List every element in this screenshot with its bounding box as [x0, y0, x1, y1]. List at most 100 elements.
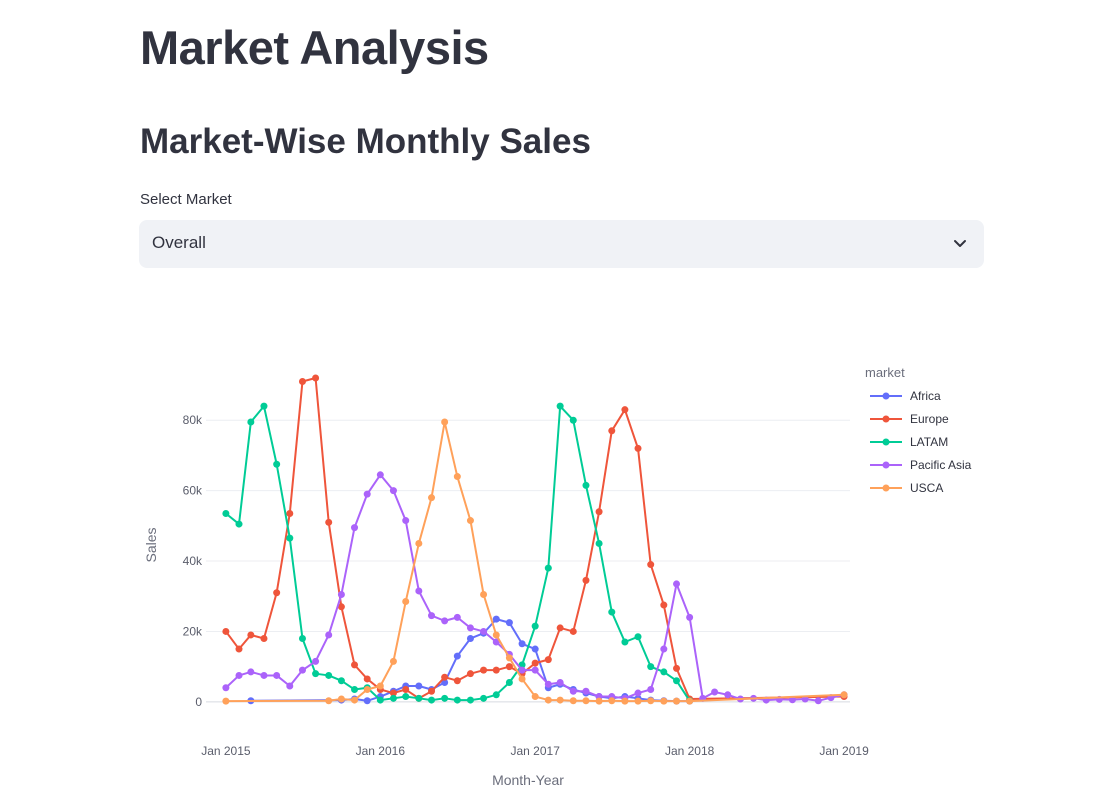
data-point [273, 460, 281, 468]
data-point [544, 656, 552, 664]
data-point [608, 697, 616, 705]
data-point [428, 687, 436, 695]
data-point [492, 631, 500, 639]
data-point [492, 691, 500, 699]
data-point [376, 471, 384, 479]
data-point [363, 490, 371, 498]
data-point [389, 487, 397, 495]
y-tick-label: 20k [183, 624, 203, 638]
legend-item-europe[interactable]: Europe [870, 412, 949, 426]
data-point [531, 693, 539, 701]
data-point [222, 627, 230, 635]
data-point [428, 612, 436, 620]
data-point [518, 675, 526, 683]
data-point [312, 657, 320, 665]
data-point [428, 696, 436, 704]
data-point [569, 627, 577, 635]
data-point [634, 444, 642, 452]
data-point [260, 402, 268, 410]
data-point [466, 634, 474, 642]
data-point [453, 652, 461, 660]
data-point [312, 374, 320, 382]
data-point [686, 697, 694, 705]
legend-swatch-marker [882, 415, 890, 423]
legend-item-pacific-asia[interactable]: Pacific Asia [870, 458, 972, 472]
data-point [441, 673, 449, 681]
data-point [634, 697, 642, 705]
data-point [325, 631, 333, 639]
data-point [389, 657, 397, 665]
data-point [441, 694, 449, 702]
data-point [260, 634, 268, 642]
data-point [814, 697, 822, 705]
data-point [376, 682, 384, 690]
legend-title: market [865, 365, 905, 380]
data-point [531, 666, 539, 674]
data-point [582, 481, 590, 489]
legend-label: Europe [910, 412, 949, 426]
data-point [389, 694, 397, 702]
data-point [273, 589, 281, 597]
data-point [556, 678, 564, 686]
data-point [286, 510, 294, 518]
data-point [441, 418, 449, 426]
data-point [415, 694, 423, 702]
sales-line-chart: 0 20k 40k 60k 80k Jan 2015 Jan 2016 Jan 2017 Jan… [143, 365, 972, 788]
data-point [531, 659, 539, 667]
data-point [363, 697, 371, 705]
data-point [298, 666, 306, 674]
data-point [286, 682, 294, 690]
data-point [647, 663, 655, 671]
data-point [415, 587, 423, 595]
data-point [453, 696, 461, 704]
legend-item-africa[interactable]: Africa [870, 389, 941, 403]
data-point [337, 677, 345, 685]
data-point [582, 576, 590, 584]
data-point [337, 590, 345, 598]
x-tick-label: Jan 2019 [819, 744, 869, 758]
data-point [505, 663, 513, 671]
data-point [441, 617, 449, 625]
data-point [660, 601, 668, 609]
data-point [235, 671, 243, 679]
data-point [569, 687, 577, 695]
data-point [247, 418, 255, 426]
data-point [351, 686, 359, 694]
data-point [222, 697, 230, 705]
x-axis-title: Month-Year [492, 772, 564, 788]
data-point [505, 654, 513, 662]
data-point [505, 678, 513, 686]
data-point [840, 691, 848, 699]
legend-label: Pacific Asia [910, 458, 972, 472]
data-point [235, 520, 243, 528]
data-point [273, 671, 281, 679]
y-axis-title: Sales [143, 527, 159, 562]
legend-item-usca[interactable]: USCA [870, 481, 943, 495]
data-point [325, 697, 333, 705]
legend-label: LATAM [910, 435, 948, 449]
data-point [453, 613, 461, 621]
data-point [260, 671, 268, 679]
data-point [531, 622, 539, 630]
data-point [480, 627, 488, 635]
data-point [492, 666, 500, 674]
data-point [492, 615, 500, 623]
data-point [556, 624, 564, 632]
legend-item-latam[interactable]: LATAM [870, 435, 948, 449]
legend[interactable]: market Africa Europe LATAM Pacific Asia USCA [865, 365, 972, 495]
series-europe [222, 374, 848, 703]
data-point [428, 494, 436, 502]
data-point [621, 406, 629, 414]
data-point [608, 608, 616, 616]
data-point [673, 664, 681, 672]
data-point [466, 624, 474, 632]
data-point [466, 517, 474, 525]
data-point [634, 633, 642, 641]
data-point [247, 631, 255, 639]
data-point [415, 539, 423, 547]
grid-lines [206, 419, 850, 703]
x-tick-label: Jan 2016 [356, 744, 406, 758]
data-point [415, 682, 423, 690]
data-point [673, 580, 681, 588]
data-point [647, 697, 655, 705]
